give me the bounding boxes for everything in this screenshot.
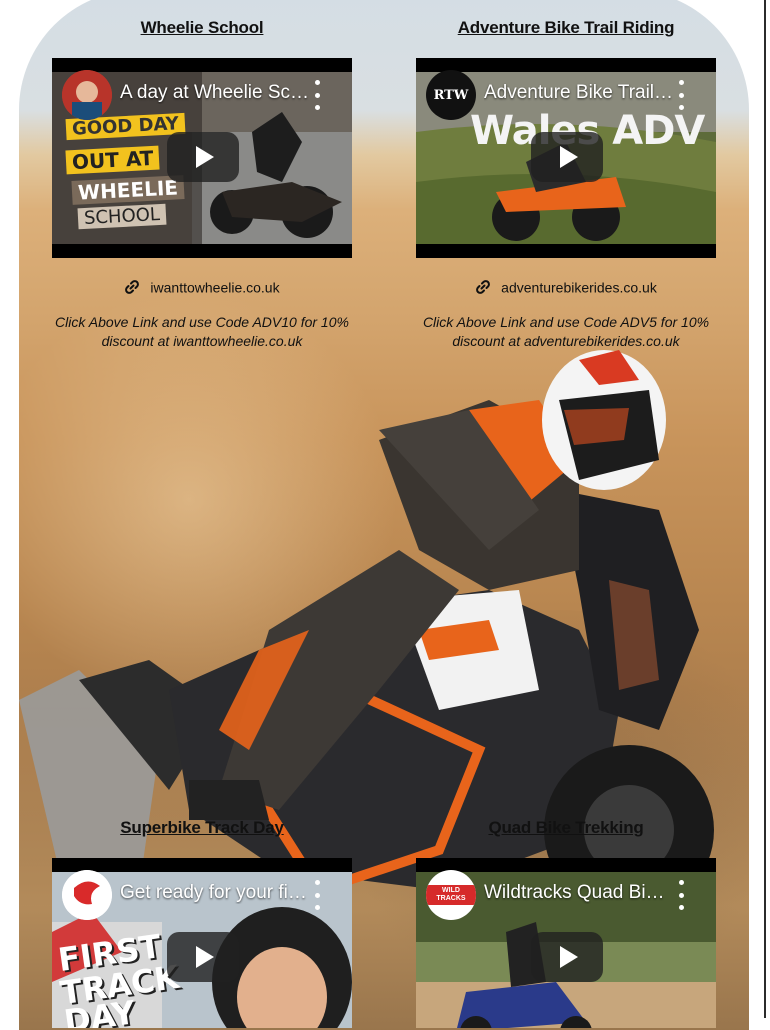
card-title-quad-bike: Quad Bike Trekking — [488, 818, 644, 837]
wheelie-school-avatar-icon[interactable] — [62, 70, 112, 120]
channel-initials: RTW — [433, 87, 469, 103]
wheelie-link[interactable]: iwanttowheelie.co.uk — [150, 279, 279, 295]
play-button[interactable] — [167, 132, 239, 182]
link-icon — [476, 280, 491, 295]
video-title[interactable]: Get ready for your first track day — [120, 882, 310, 904]
more-options-icon[interactable] — [312, 880, 322, 910]
card-title-adventure-bike: Adventure Bike Trail Riding — [457, 18, 675, 37]
page-edge-rule — [764, 0, 766, 1018]
play-button[interactable] — [531, 132, 603, 182]
video-embed-quad-bike[interactable]: WILD TRACKS Wildtracks Quad Bike Trekkin… — [416, 858, 716, 1028]
channel-initials: WILD TRACKS — [426, 885, 476, 905]
video-embed-track-day[interactable]: FIRST TRACK DAY Get ready for your first… — [52, 858, 352, 1028]
wildtracks-avatar-icon[interactable]: WILD TRACKS — [426, 870, 476, 920]
card-title-track-day: Superbike Track Day — [120, 818, 284, 837]
more-options-icon[interactable] — [676, 80, 686, 110]
play-button[interactable] — [167, 932, 239, 982]
video-embed-wheelie-school[interactable]: GOOD DAY OUT AT WHEELIE SCHOOL A day at … — [52, 58, 352, 258]
play-button[interactable] — [531, 932, 603, 982]
adventure-link[interactable]: adventurebikerides.co.uk — [501, 279, 657, 295]
link-icon — [125, 280, 140, 295]
promo-text: Click Above Link and use Code ADV5 for 1… — [422, 314, 710, 349]
video-title[interactable]: Adventure Bike Trail Riding — [484, 82, 674, 104]
video-embed-adventure-bike[interactable]: Wales ADV RTW Adventure Bike Trail Ridin… — [416, 58, 716, 258]
thumb-line: OUT AT — [65, 145, 160, 175]
link-row-wheelie[interactable]: iwanttowheelie.co.uk — [52, 278, 352, 295]
rtw-avatar-icon[interactable]: RTW — [426, 70, 476, 120]
link-row-adventure[interactable]: adventurebikerides.co.uk — [416, 278, 716, 295]
card-title-wheelie-school: Wheelie School — [140, 18, 264, 37]
video-title[interactable]: A day at Wheelie School — [120, 82, 310, 104]
track-day-avatar-icon[interactable] — [62, 870, 112, 920]
more-options-icon[interactable] — [676, 880, 686, 910]
video-title[interactable]: Wildtracks Quad Bike Trekking — [484, 882, 674, 904]
thumb-line: DAY — [61, 993, 138, 1028]
more-options-icon[interactable] — [312, 80, 322, 110]
promo-text: Click Above Link and use Code ADV10 for … — [55, 314, 349, 349]
